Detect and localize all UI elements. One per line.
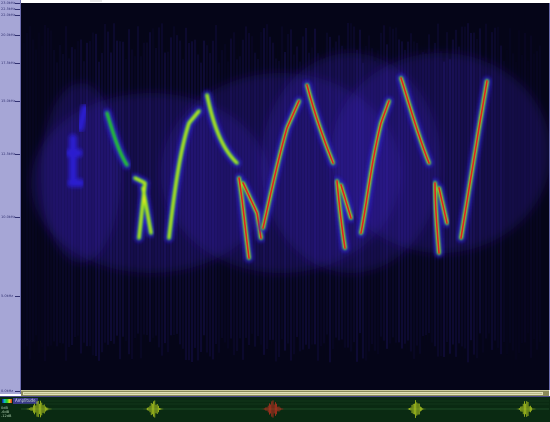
- scrollbar-thumb[interactable]: [23, 392, 543, 395]
- waveform-plot[interactable]: [21, 397, 549, 422]
- frequency-tick-label: 17.5kHz: [1, 61, 16, 65]
- frequency-tick-mark: [15, 101, 20, 102]
- frequency-tick-label: 0.0kHz: [1, 389, 14, 393]
- call-trace: [76, 104, 89, 132]
- frequency-tick-mark: [15, 9, 20, 10]
- frequency-tick-label: 22.0kHz: [1, 13, 16, 17]
- frequency-tick-label: 12.5kHz: [1, 152, 16, 156]
- frequency-tick-label: 23.0kHz: [1, 1, 16, 5]
- frequency-tick-label: 10.0kHz: [1, 215, 16, 219]
- noise-column: [23, 43, 25, 350]
- frequency-tick-mark: [15, 296, 20, 297]
- frequency-tick-label: 15.0kHz: [1, 99, 16, 103]
- frequency-tick-mark: [15, 217, 20, 218]
- spectrogram-plot: [23, 23, 550, 363]
- frequency-tick-mark: [15, 35, 20, 36]
- noise-column: [29, 26, 31, 360]
- frequency-tick-label: 20.0kHz: [1, 33, 16, 37]
- title-tab: [90, 0, 102, 2]
- spectrogram-view[interactable]: [21, 3, 550, 390]
- db-scale: 0dB -6dB -12dB: [1, 406, 11, 418]
- db-label: -12dB: [1, 414, 12, 418]
- frequency-tick-label: 5.0kHz: [1, 294, 14, 298]
- waveform-panel: Amplitude 0dB -6dB -12dB: [0, 396, 550, 422]
- frequency-tick-mark: [15, 3, 20, 4]
- noise-column: [26, 32, 28, 347]
- frequency-tick-mark: [15, 15, 20, 16]
- frequency-tick-label: 22.5kHz: [1, 7, 16, 11]
- frequency-tick-mark: [15, 63, 20, 64]
- sound-analysis-window: 23.0kHz 22.5kHz 22.0kHz 20.0kHz 17.5kHz 15.0k…: [0, 0, 550, 422]
- frequency-tick-mark: [15, 391, 20, 392]
- frequency-tick-mark: [15, 154, 20, 155]
- color-palette-icon: [2, 399, 12, 403]
- frequency-axis: 23.0kHz 22.5kHz 22.0kHz 20.0kHz 17.5kHz 15.0k…: [0, 0, 21, 394]
